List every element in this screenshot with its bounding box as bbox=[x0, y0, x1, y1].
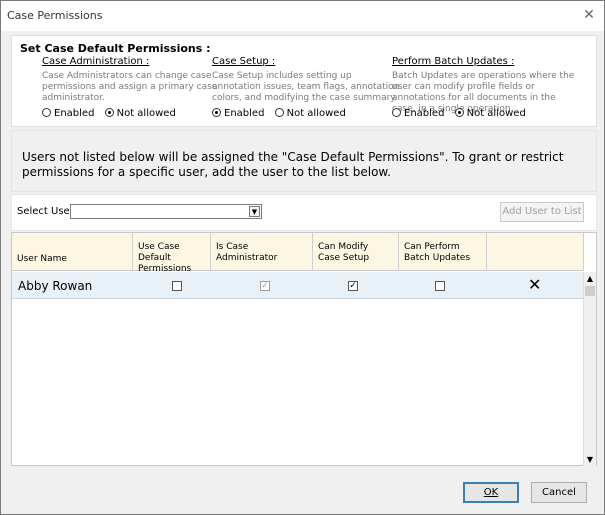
case-permissions-dialog: Case Permissions ✕ Set Case Default Perm… bbox=[0, 0, 605, 515]
user-name-cell: Abby Rowan bbox=[18, 279, 93, 293]
vertical-scrollbar[interactable]: ▲ ▼ bbox=[583, 272, 596, 466]
grid-header: User Name Use Case Default Permissions I… bbox=[12, 233, 584, 274]
close-icon[interactable]: ✕ bbox=[578, 5, 600, 25]
case-administration-description: Case Administrators can change case perm… bbox=[42, 71, 218, 103]
info-text: Users not listed below will be assigned … bbox=[22, 150, 564, 179]
ok-button[interactable]: OK bbox=[463, 482, 519, 503]
dropdown-arrow-icon[interactable]: ▼ bbox=[249, 206, 260, 217]
table-row[interactable]: Abby Rowan ✓ ✓ ✕ bbox=[12, 272, 584, 299]
case-administration-enabled-label[interactable]: Enabled bbox=[54, 108, 94, 119]
batch-updates-description: Batch Updates are operations where the u… bbox=[392, 71, 575, 114]
scroll-up-icon[interactable]: ▲ bbox=[584, 272, 596, 285]
batch-updates-heading: Perform Batch Updates : bbox=[392, 56, 515, 67]
cancel-button[interactable]: Cancel bbox=[531, 482, 587, 503]
column-header-is-admin: Is Case Administrator bbox=[211, 233, 313, 271]
batch-updates-not-allowed-radio[interactable] bbox=[454, 108, 464, 117]
case-setup-enabled-radio[interactable] bbox=[212, 108, 221, 117]
scroll-thumb[interactable] bbox=[585, 286, 595, 296]
case-administration-heading: Case Administration : bbox=[42, 56, 150, 67]
add-user-button[interactable]: Add User to List bbox=[500, 202, 584, 222]
cancel-button-label: Cancel bbox=[542, 487, 576, 498]
batch-updates-checkbox[interactable] bbox=[435, 281, 445, 291]
batch-updates-not-allowed-label[interactable]: Not allowed bbox=[467, 108, 526, 119]
info-panel: Users not listed below will be assigned … bbox=[11, 130, 597, 192]
column-header-actions bbox=[487, 233, 584, 271]
case-setup-not-allowed-radio[interactable] bbox=[274, 108, 284, 117]
use-defaults-checkbox[interactable] bbox=[172, 281, 182, 291]
column-header-user-name: User Name bbox=[12, 233, 133, 271]
ok-button-label: OK bbox=[483, 487, 499, 498]
column-header-modify-setup: Can Modify Case Setup bbox=[313, 233, 399, 271]
delete-user-icon[interactable]: ✕ bbox=[528, 277, 541, 293]
user-permissions-grid: User Name Use Case Default Permissions I… bbox=[11, 232, 597, 466]
scroll-down-icon[interactable]: ▼ bbox=[584, 453, 596, 466]
select-user-dropdown[interactable]: ▼ bbox=[70, 204, 262, 219]
case-administration-not-allowed-label[interactable]: Not allowed bbox=[117, 108, 176, 119]
column-header-batch-updates: Can Perform Batch Updates bbox=[399, 233, 487, 271]
title-bar: Case Permissions ✕ bbox=[1, 1, 604, 31]
case-administration-enabled-radio[interactable] bbox=[42, 108, 51, 117]
batch-updates-group: Perform Batch Updates : Batch Updates ar… bbox=[392, 56, 582, 119]
window-title: Case Permissions bbox=[7, 9, 103, 22]
case-administration-not-allowed-radio[interactable] bbox=[104, 108, 114, 117]
column-header-use-defaults: Use Case Default Permissions bbox=[133, 233, 211, 274]
case-setup-heading: Case Setup : bbox=[212, 56, 276, 67]
batch-updates-enabled-label[interactable]: Enabled bbox=[404, 108, 444, 119]
case-administration-group: Case Administration : Case Administrator… bbox=[42, 56, 232, 119]
modify-setup-checkbox[interactable]: ✓ bbox=[348, 281, 358, 291]
default-permissions-panel: Set Case Default Permissions : Case Admi… bbox=[11, 35, 597, 127]
case-setup-description: Case Setup includes setting up annotatio… bbox=[212, 71, 400, 103]
case-setup-not-allowed-label[interactable]: Not allowed bbox=[287, 108, 346, 119]
default-permissions-title: Set Case Default Permissions : bbox=[20, 42, 211, 55]
select-user-bar: Select User : ▼ Add User to List bbox=[11, 194, 597, 231]
is-admin-checkbox: ✓ bbox=[260, 281, 270, 291]
batch-updates-enabled-radio[interactable] bbox=[392, 108, 401, 117]
case-setup-enabled-label[interactable]: Enabled bbox=[224, 108, 264, 119]
case-setup-group: Case Setup : Case Setup includes setting… bbox=[212, 56, 402, 119]
